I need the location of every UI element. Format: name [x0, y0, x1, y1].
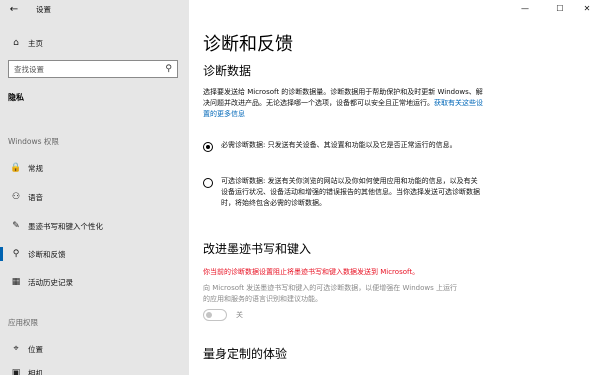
- sidebar-item-general[interactable]: 🔒 常规: [0, 157, 189, 179]
- sidebar-item-label: 主页: [28, 38, 43, 48]
- page-title: 诊断和反馈: [203, 34, 293, 55]
- sidebar-item-speech[interactable]: ⚇ 语音: [0, 186, 189, 208]
- sidebar-item-camera[interactable]: ▣ 相机: [0, 362, 189, 375]
- sidebar-item-label: 墨迹书写和键入个性化: [28, 221, 103, 231]
- camera-icon: ▣: [11, 368, 21, 375]
- search-input[interactable]: 查找设置 ⚲: [8, 60, 178, 78]
- history-icon: ▦: [11, 277, 21, 287]
- home-icon: ⌂: [13, 38, 19, 48]
- improve-inking-heading: 改进墨迹书写和键入: [203, 242, 312, 256]
- inking-warning: 你当前的诊断数据设置阻止将墨迹书写和键入数据发送到 Microsoft。: [203, 268, 420, 276]
- diagnostic-data-heading: 诊断数据: [203, 64, 252, 78]
- sidebar-item-activity-history[interactable]: ▦ 活动历史记录: [0, 271, 189, 293]
- diagnostic-description: 选择要发送给 Microsoft 的诊断数据量。诊断数据用于帮助保护和及时更新 …: [203, 87, 483, 120]
- radio-required-diagnostic[interactable]: 必需诊断数据: 只发送有关设备、其设置和功能以及它是否正常运行的信息。: [203, 140, 483, 152]
- sidebar-item-diagnostics[interactable]: ⚲ 诊断和反馈: [0, 243, 189, 265]
- radio-label: 可选诊断数据: 发送有关你浏览的网站以及你如何使用应用和功能的信息，以及有关设备…: [221, 177, 480, 207]
- group-label-windows: Windows 权限: [8, 137, 59, 146]
- lock-icon: 🔒: [10, 163, 22, 173]
- sidebar-item-inking[interactable]: ✎ 墨迹书写和键入个性化: [0, 215, 189, 237]
- sidebar-item-label: 常规: [28, 163, 43, 173]
- speech-icon: ⚇: [11, 192, 21, 202]
- sidebar-item-home[interactable]: ⌂ 主页: [0, 32, 189, 54]
- toggle-state-label: 关: [236, 311, 243, 319]
- radio-label: 必需诊断数据: 只发送有关设备、其设置和功能以及它是否正常运行的信息。: [221, 141, 457, 149]
- radio-button[interactable]: [203, 178, 213, 188]
- back-arrow-icon[interactable]: ←: [0, 0, 28, 18]
- inking-description: 向 Microsoft 发送墨迹书写和键入的可选诊断数据，以便增强在 Windo…: [203, 284, 458, 303]
- sidebar-item-label: 诊断和反馈: [28, 249, 66, 259]
- feedback-icon: ⚲: [12, 249, 20, 259]
- radio-button-checked[interactable]: [203, 142, 213, 152]
- sidebar-item-label: 相机: [28, 368, 43, 375]
- search-icon: ⚲: [165, 64, 172, 74]
- group-label-app: 应用权限: [8, 318, 38, 327]
- search-placeholder: 查找设置: [14, 64, 44, 74]
- sidebar-item-location[interactable]: ⌖ 位置: [0, 338, 189, 360]
- location-icon: ⌖: [13, 344, 19, 354]
- radio-optional-diagnostic[interactable]: 可选诊断数据: 发送有关你浏览的网站以及你如何使用应用和功能的信息，以及有关设备…: [203, 176, 483, 209]
- sidebar-item-label: 语音: [28, 192, 43, 202]
- sidebar: ← 设置 ⌂ 主页 查找设置 ⚲ 隐私 Windows 权限 🔒 常规 ⚇ 语音…: [0, 0, 189, 375]
- ink-icon: ✎: [12, 221, 20, 231]
- tailored-experiences-heading: 量身定制的体验: [203, 347, 288, 361]
- sidebar-item-label: 活动历史记录: [28, 277, 73, 287]
- inking-toggle[interactable]: [203, 309, 227, 321]
- sidebar-item-label: 位置: [28, 344, 43, 354]
- section-title: 隐私: [8, 93, 24, 102]
- app-title: 设置: [36, 5, 51, 14]
- main-panel: 诊断和反馈 诊断数据 选择要发送给 Microsoft 的诊断数据量。诊断数据用…: [189, 0, 600, 375]
